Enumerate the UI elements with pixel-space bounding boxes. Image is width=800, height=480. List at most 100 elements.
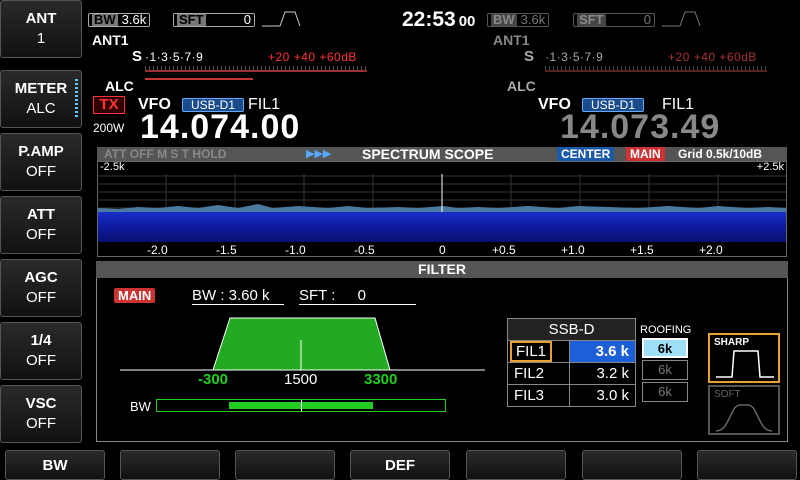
scope-center-mode[interactable]: CENTER [557,147,615,161]
scope-tick: -1.0 [285,243,306,257]
main-bw-value: 3.6k [121,12,147,27]
sub-bw-chip: BW 3.6k [487,12,550,27]
filter-low-edge: -300 [198,371,229,388]
meter-key[interactable]: METER ALC [0,70,82,128]
quarter-key-value: OFF [26,352,56,369]
main-alc-bar [145,78,253,80]
quarter-key-label: 1/4 [30,332,52,349]
scope-main-tag[interactable]: MAIN [626,147,665,161]
filter-high-edge: 3300 [364,371,398,388]
filter-bw[interactable]: BW : 3.60 k [192,287,284,305]
table-row[interactable]: FIL1 3.6 k [507,340,636,363]
main-bw-label: BW [92,12,118,27]
function-key-6[interactable] [582,450,682,480]
main-s-scale: ·1·3·5·7·9 [145,50,204,64]
vsc-key-value: OFF [26,415,56,432]
main-bw-chip: BW 3.6k [88,12,151,27]
sharp-shape-icon [716,350,774,378]
clock: 22:53 00 [402,8,475,32]
filter-table: SSB-D FIL1 3.6 k FIL2 3.2 k FIL3 3.0 k [507,318,636,407]
fil2-bw: 3.2 k [569,362,636,385]
function-key-7[interactable] [697,450,797,480]
roofing-option[interactable]: 6k [642,382,688,402]
spectrum-scope[interactable]: -2.5k +2.5k -2.0 -1.5 -1.0 -0.5 0 +0.5 +… [97,161,787,257]
clock-seconds: 00 [458,13,476,30]
bw-function-key[interactable]: BW [5,450,105,480]
spectrum-plot [98,174,786,256]
fil1-name: FIL1 [510,341,553,362]
sub-sft-value: 0 [643,12,651,27]
ant-key-value: 1 [36,30,46,47]
preamp-key-value: OFF [26,163,56,180]
main-sft-value: 0 [243,12,251,27]
sub-s-over: +20 +40 +60dB [668,50,757,64]
scope-tick: +1.0 [561,243,585,257]
sub-filter-shape-icon [662,11,701,27]
sub-bw-value: 3.6k [520,12,546,27]
function-key-2[interactable] [120,450,220,480]
scope-left-span: -2.5k [100,161,125,173]
main-alc-label: ALC [105,78,134,94]
sub-s-label: S [524,48,535,65]
filter-bw-value: 3.60 k [228,287,270,304]
clock-time: 22:53 [402,8,456,31]
sub-frequency[interactable]: 14.073.49 [560,108,720,147]
bw-bar-label: BW [130,399,151,414]
scope-grid: Grid 0.5k/10dB [678,147,763,161]
scope-status: ATT OFF M S T HOLD [104,147,227,161]
sub-sft-label: SFT [577,12,606,27]
filter-sft-label: SFT : [299,287,340,304]
scope-tick: +1.5 [630,243,654,257]
filter-center: 1500 [284,371,318,388]
agc-key-value: OFF [26,289,56,306]
att-key[interactable]: ATT OFF [0,196,82,254]
vsc-key-label: VSC [25,395,57,412]
ant-key[interactable]: ANT 1 [0,0,82,58]
att-key-value: OFF [26,226,56,243]
agc-key[interactable]: AGC OFF [0,259,82,317]
table-row[interactable]: FIL3 3.0 k [507,384,636,407]
scope-right-span: +2.5k [756,161,784,173]
function-key-3[interactable] [235,450,335,480]
sub-s-meter-bar [545,66,767,72]
table-row[interactable]: FIL2 3.2 k [507,362,636,385]
meter-key-label: METER [14,80,68,97]
preamp-key-label: P.AMP [18,143,64,160]
main-sft-chip: SFT 0 [173,13,255,27]
filter-table-title: SSB-D [507,318,636,341]
main-filter-shape-icon [262,11,301,27]
roofing-option[interactable]: 6k [642,360,688,380]
tx-indicator: TX [93,96,125,114]
preamp-key[interactable]: P.AMP OFF [0,133,82,191]
filter-bw-label: BW : [192,287,229,304]
main-s-label: S [132,48,143,65]
filter-main-tag: MAIN [114,288,156,303]
roofing-label: ROOFING [640,324,692,336]
soft-shape-button[interactable]: SOFT [708,385,780,435]
roofing-option[interactable]: 6k [642,338,688,358]
sharp-shape-button[interactable]: SHARP [708,333,780,383]
scope-tick: +2.0 [699,243,723,257]
soft-shape-icon [715,404,773,432]
fil3-name: FIL3 [507,384,570,407]
filter-sft[interactable]: SFT : 0 [299,287,416,305]
main-frequency[interactable]: 14.074.00 [140,108,300,147]
fil2-name: FIL2 [507,362,570,385]
function-key-5[interactable] [466,450,566,480]
main-sft-label: SFT [177,12,206,27]
meter-key-value: ALC [26,100,56,117]
scope-arrows-icon: ▶▶▶ [306,148,332,160]
vsc-key[interactable]: VSC OFF [0,385,82,443]
fil1-bw: 3.6 k [569,340,636,363]
filter-sft-value: 0 [357,287,366,304]
att-key-label: ATT [26,206,56,223]
scope-tick: 0 [439,243,446,257]
main-s-over: +20 +40 +60dB [268,50,357,64]
bw-bar[interactable] [156,399,446,412]
sub-bw-label: BW [491,12,517,27]
scope-tick: -1.5 [216,243,237,257]
scope-title: SPECTRUM SCOPE [362,146,494,162]
agc-key-label: AGC [24,269,58,286]
quarter-key[interactable]: 1/4 OFF [0,322,82,380]
def-function-key[interactable]: DEF [350,450,450,480]
